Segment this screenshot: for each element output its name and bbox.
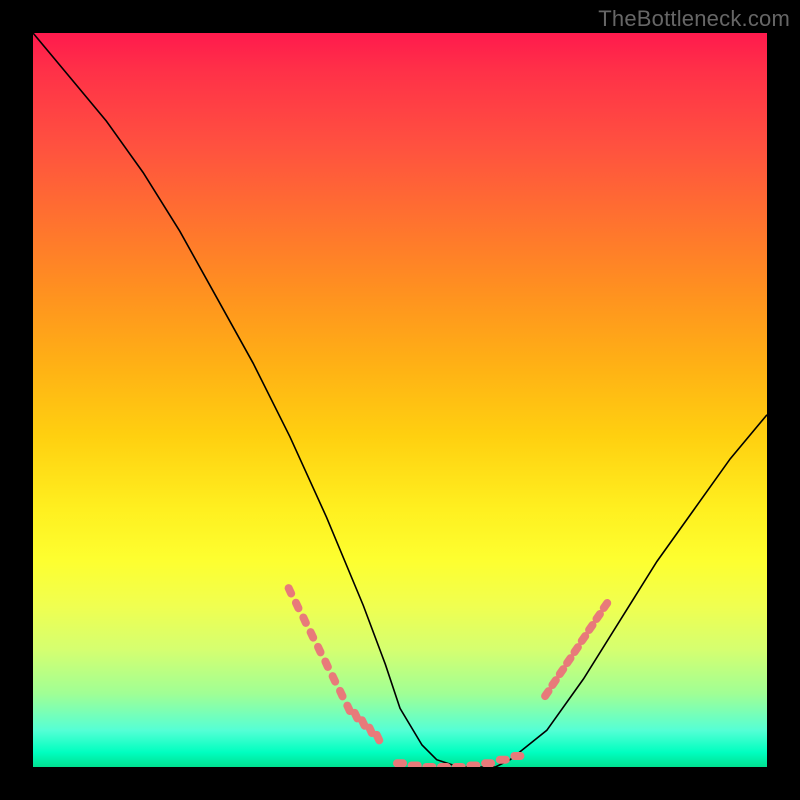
bottleneck-curve-line: [33, 33, 767, 767]
chart-container: TheBottleneck.com: [0, 0, 800, 800]
dotted-segment-left: [283, 583, 384, 746]
dotted-segment-bottom: [393, 752, 524, 767]
plot-area: [33, 33, 767, 767]
watermark-text: TheBottleneck.com: [598, 6, 790, 32]
curve-svg: [33, 33, 767, 767]
